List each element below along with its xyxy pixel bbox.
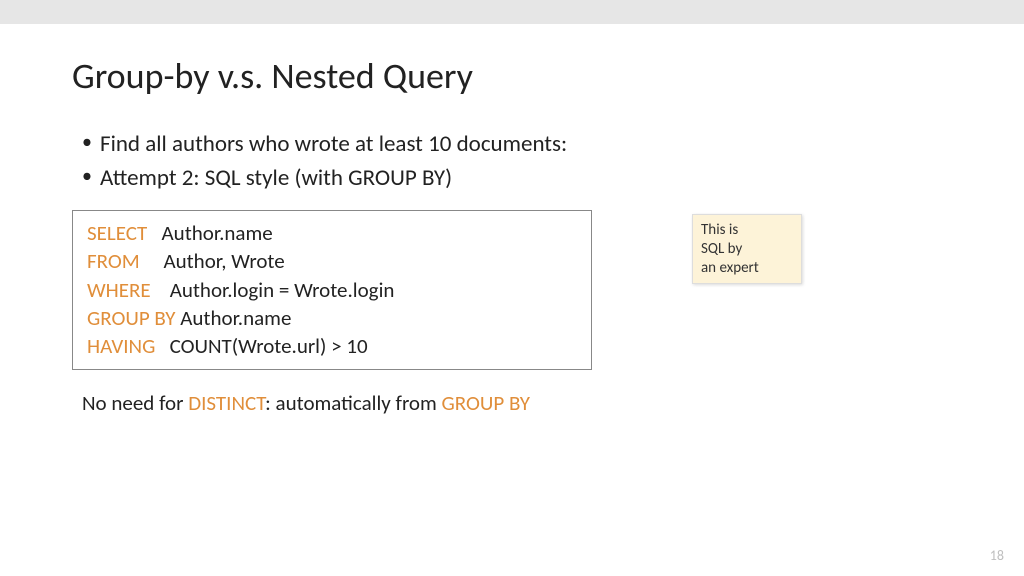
top-bar: [0, 0, 1024, 24]
note-line: This is: [701, 221, 789, 240]
bullet-list: Find all authors who wrote at least 10 d…: [82, 130, 952, 192]
sql-keyword: DISTINCT: [188, 390, 265, 416]
sql-keyword: GROUP BY: [442, 390, 531, 416]
sql-keyword: SELECT: [87, 220, 147, 246]
code-line: WHERE Author.login = Wrote.login: [87, 276, 577, 304]
footer-text: No need for DISTINCT: automatically from…: [82, 390, 952, 416]
sql-keyword: WHERE: [87, 277, 151, 303]
sql-keyword: HAVING: [87, 333, 155, 359]
code-pad: [155, 333, 169, 359]
note-line: SQL by: [701, 240, 789, 259]
code-text: Author.name: [180, 305, 291, 331]
code-text: Author.name: [162, 220, 273, 246]
sql-code-box: SELECT Author.name FROM Author, Wrote WH…: [72, 210, 592, 370]
code-text: Author.login = Wrote.login: [170, 277, 395, 303]
code-text: Author, Wrote: [163, 248, 284, 274]
footer-middle: : automatically from: [265, 390, 441, 416]
slide-content: Group-by v.s. Nested Query Find all auth…: [0, 24, 1024, 416]
code-line: SELECT Author.name: [87, 219, 577, 247]
code-line: HAVING COUNT(Wrote.url) > 10: [87, 332, 577, 360]
sql-keyword: FROM: [87, 248, 140, 274]
code-text: COUNT(Wrote.url) > 10: [170, 333, 368, 359]
code-line: GROUP BY Author.name: [87, 304, 577, 332]
code-pad: [147, 220, 161, 246]
page-number: 18: [990, 547, 1004, 564]
main-row: SELECT Author.name FROM Author, Wrote WH…: [72, 210, 952, 370]
sql-keyword: GROUP BY: [87, 305, 176, 331]
code-pad: [140, 248, 164, 274]
code-pad: [151, 277, 170, 303]
note-line: an expert: [701, 259, 789, 278]
sticky-note: This is SQL by an expert: [692, 214, 802, 284]
footer-prefix: No need for: [82, 390, 188, 416]
slide-title: Group-by v.s. Nested Query: [72, 54, 952, 98]
bullet-item: Find all authors who wrote at least 10 d…: [82, 130, 952, 158]
code-line: FROM Author, Wrote: [87, 247, 577, 275]
bullet-item: Attempt 2: SQL style (with GROUP BY): [82, 164, 952, 192]
